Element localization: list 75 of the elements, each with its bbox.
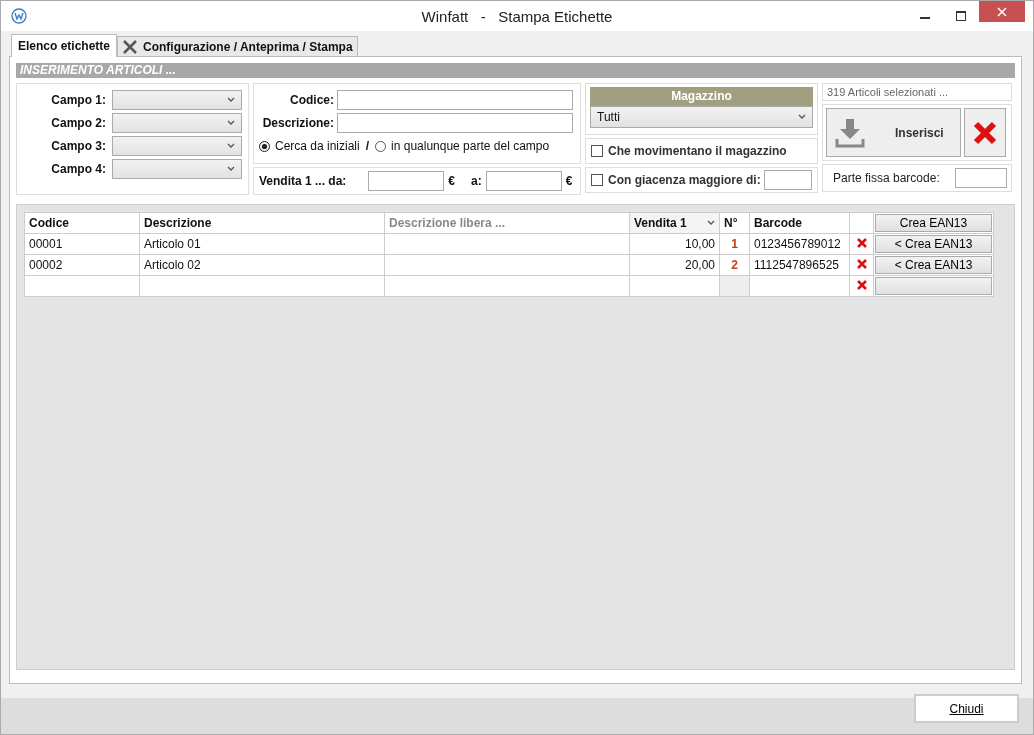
insert-button[interactable]: Inserisci [826,108,961,157]
field-label: Campo 1: [51,93,106,107]
input-field[interactable] [368,171,445,191]
radio-button[interactable] [375,140,387,152]
input-field[interactable] [955,168,1007,188]
table-cell: 20,00 [629,254,720,276]
cross-icon [973,120,997,145]
field-label: Vendita 1 ... da: [259,174,347,188]
table-cell: 1 [719,233,750,255]
currency-label: € [565,174,573,188]
chevron-down-icon [227,97,235,103]
section-title: INSERIMENTO ARTICOLI ... [16,63,1015,78]
dropdown[interactable] [112,136,242,156]
field-label: Campo 2: [51,116,106,130]
field-label: Campo 3: [51,139,106,153]
checkbox[interactable]: Che movimentano il magazzino [591,144,787,158]
dropdown[interactable] [112,90,242,110]
field-label: a: [471,174,482,188]
chevron-down-icon [707,220,715,226]
column-label: Vendita 1 [634,216,687,230]
table-cell: 00001 [24,233,140,255]
column-header[interactable]: Vendita 1 [629,212,720,234]
table-cell: Articolo 01 [139,233,385,255]
dropdown[interactable] [112,159,242,179]
create-ean13-button[interactable]: Crea EAN13 [875,214,992,232]
empty-button[interactable] [875,277,992,295]
separator-text: / [365,139,370,153]
column-header[interactable]: N° [719,212,750,234]
selection-count: 319 Articoli selezionati ... [822,83,1012,101]
input-field[interactable] [337,113,573,133]
chevron-down-icon [227,166,235,172]
window-title: Winfatt - Stampa Etichette [421,7,613,25]
dropdown[interactable] [112,113,242,133]
close-icon [997,6,1007,17]
currency-label: € [448,174,456,188]
close-button[interactable]: Chiudi [914,694,1019,723]
warehouse-header: Magazzino [590,87,813,106]
input-field[interactable] [764,170,812,190]
field-label: Codice: [289,93,334,107]
field-label: Campo 4: [51,162,106,176]
delete-row-icon[interactable] [856,238,867,248]
radio-button[interactable] [259,140,270,152]
close-button[interactable] [979,1,1025,22]
input-field[interactable] [337,90,573,110]
table-cell: 0123456789012 [749,233,850,255]
radio-label[interactable]: in qualunque parte del campo [391,139,550,153]
column-header[interactable]: Descrizione libera ... [384,212,630,234]
field-label: Parte fissa barcode: [833,171,940,185]
checkbox[interactable]: Con giacenza maggiore di: [591,173,761,187]
chevron-down-icon [227,143,235,149]
table-cell: Articolo 02 [139,254,385,276]
table-cell: 2 [719,254,750,276]
chevron-down-icon [798,114,806,120]
table-cell: 1112547896525 [749,254,850,276]
download-icon [835,116,865,149]
delete-row-icon[interactable] [856,259,867,269]
create-ean13-button[interactable]: < Crea EAN13 [875,235,992,253]
app-logo-icon [11,8,27,24]
chevron-down-icon [227,120,235,126]
dropdown-value: Tutti [597,110,620,124]
radio-label[interactable]: Cerca da iniziali [275,139,360,153]
table-cell: 00002 [24,254,140,276]
warehouse-dropdown[interactable]: Tutti [590,106,813,128]
table-cell: 10,00 [629,233,720,255]
tab[interactable]: Elenco etichette [11,34,118,57]
field-label: Descrizione: [261,116,334,130]
delete-row-icon[interactable] [856,280,867,290]
column-header[interactable]: Barcode [749,212,850,234]
tab[interactable]: Configurazione / Anteprima / Stampa [117,36,358,56]
create-ean13-button[interactable]: < Crea EAN13 [875,256,992,274]
column-header[interactable]: Descrizione [139,212,385,234]
delete-button[interactable] [964,108,1006,157]
input-field[interactable] [485,171,562,191]
column-header[interactable]: Codice [24,212,140,234]
maximize-icon[interactable] [956,11,966,21]
